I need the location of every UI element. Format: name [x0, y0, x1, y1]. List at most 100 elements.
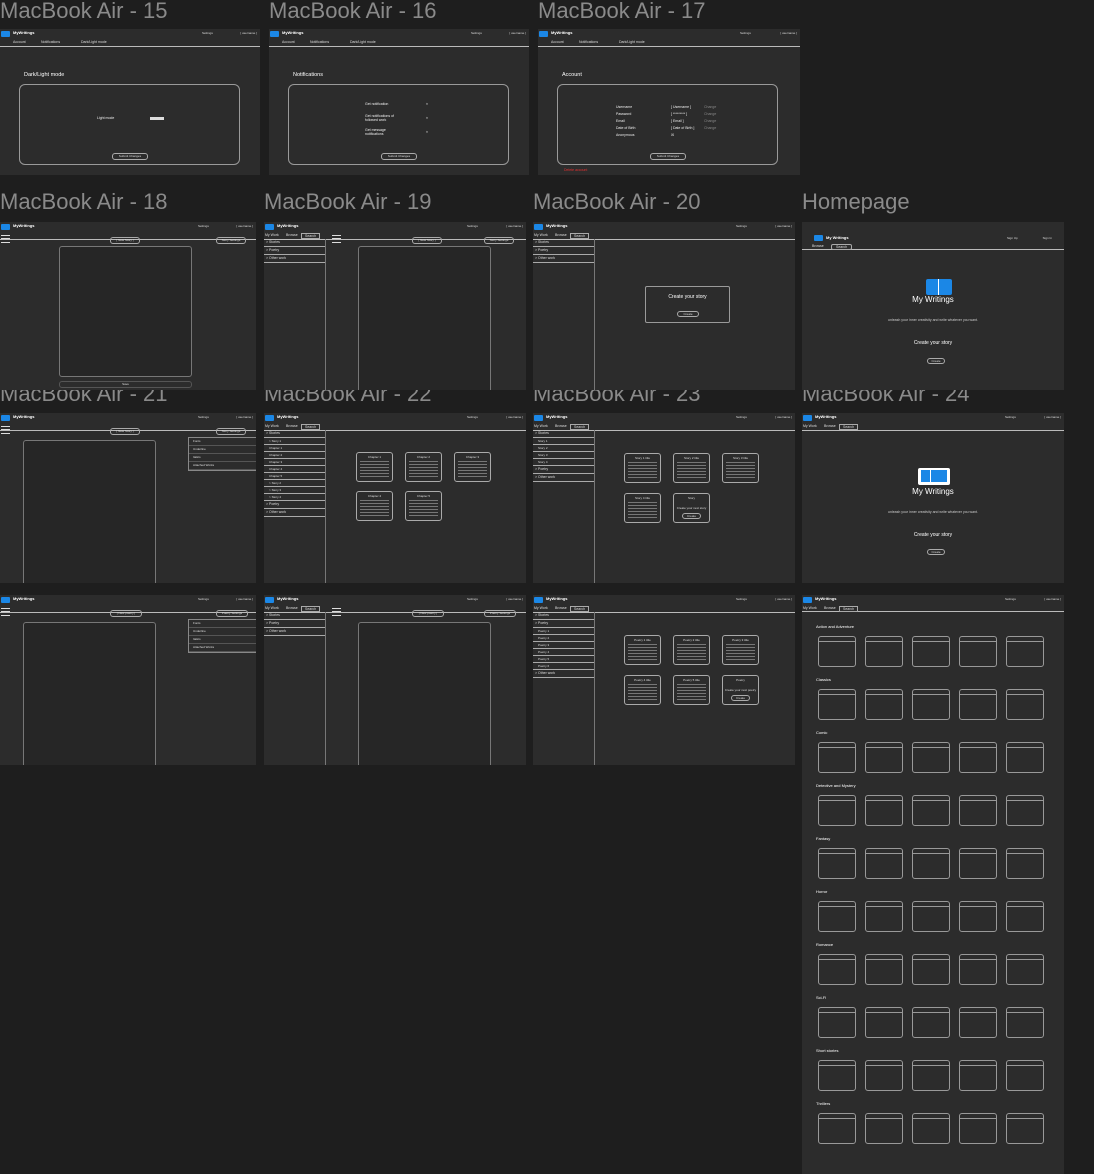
menu-fonts[interactable]: Fonts [189, 438, 256, 446]
nav-mywork[interactable]: My Work [534, 424, 548, 428]
sidebar-item[interactable]: Chapter 1 [264, 445, 325, 452]
nav-mywork[interactable]: My Work [265, 424, 279, 428]
username[interactable]: [ username ] [780, 31, 797, 35]
username[interactable]: [ username ] [775, 415, 792, 419]
username[interactable]: [ username ] [506, 415, 523, 419]
work-thumbnail[interactable] [818, 1007, 856, 1038]
sidebar-item[interactable]: Story 4 [533, 459, 594, 466]
nav-browse[interactable]: Browse [555, 424, 567, 428]
work-thumbnail[interactable] [912, 1007, 950, 1038]
sidebar-item[interactable]: Chapter 5 [264, 473, 325, 480]
create-button[interactable]: Create [731, 695, 750, 701]
book-icon[interactable] [1, 224, 10, 230]
nav-browse[interactable]: Browse [824, 424, 836, 428]
chapter-card[interactable]: Chapter 2 [405, 452, 442, 482]
book-icon[interactable] [803, 415, 812, 421]
submit-button[interactable]: Submit Changes [650, 153, 686, 160]
sidebar-poetry[interactable]: > Poetry [533, 466, 594, 474]
nav-browse[interactable]: Browse [286, 606, 298, 610]
brand[interactable]: MyWritings [546, 414, 567, 419]
nav-mywork[interactable]: My Work [265, 233, 279, 237]
nav-browse[interactable]: Browse [812, 244, 824, 248]
menu-attached[interactable]: Attached Works [189, 644, 256, 652]
work-thumbnail[interactable] [959, 954, 997, 985]
signin-link[interactable]: Sign In [1043, 236, 1052, 240]
brand[interactable]: MyWritings [815, 414, 836, 419]
nav-mywork[interactable]: My Work [534, 606, 548, 610]
check-icon[interactable]: × [426, 116, 428, 120]
brand[interactable]: My Writings [826, 235, 849, 240]
book-icon[interactable] [814, 235, 823, 241]
sidebar-item[interactable]: Chapter 3 [264, 459, 325, 466]
signup-link[interactable]: Sign Up [1007, 236, 1018, 240]
nav-mywork[interactable]: My Work [803, 424, 817, 428]
menu-italics[interactable]: Italics [189, 636, 256, 644]
nav-browse[interactable]: Browse [555, 233, 567, 237]
work-thumbnail[interactable] [912, 901, 950, 932]
book-icon[interactable] [803, 597, 812, 603]
create-button[interactable]: Create [927, 358, 945, 364]
work-thumbnail[interactable] [912, 954, 950, 985]
search-input[interactable]: Search [839, 424, 859, 430]
settings-link[interactable]: Settings [198, 415, 209, 419]
settings-link[interactable]: Settings [202, 31, 213, 35]
sidebar-item[interactable]: Poetry 5 [533, 656, 594, 663]
sidebar-stories[interactable]: > Stories [264, 239, 325, 247]
settings-link[interactable]: Settings [198, 224, 209, 228]
username[interactable]: [ username ] [240, 31, 257, 35]
editor-area[interactable] [23, 440, 156, 583]
nav-account[interactable]: Account [282, 40, 295, 44]
work-thumbnail[interactable] [818, 954, 856, 985]
story-card[interactable]: Story 1 title [624, 453, 661, 483]
settings-link[interactable]: Settings [736, 597, 747, 601]
work-thumbnail[interactable] [865, 689, 903, 720]
settings-link[interactable]: Settings [467, 415, 478, 419]
work-thumbnail[interactable] [865, 901, 903, 932]
sidebar-other[interactable]: > Other work [264, 628, 325, 636]
sidebar-other[interactable]: > Other work [264, 255, 325, 263]
book-icon[interactable] [265, 597, 274, 603]
username[interactable]: [ username ] [506, 597, 523, 601]
work-thumbnail[interactable] [865, 742, 903, 773]
book-icon[interactable] [265, 224, 274, 230]
sidebar-poetry[interactable]: > Poetry [533, 247, 594, 255]
work-thumbnail[interactable] [912, 848, 950, 879]
work-thumbnail[interactable] [959, 901, 997, 932]
poetry-settings[interactable]: Poetry Settings [216, 610, 248, 617]
work-thumbnail[interactable] [818, 742, 856, 773]
sidebar-poetry[interactable]: > Poetry [264, 247, 325, 255]
create-button[interactable]: Create [677, 311, 699, 317]
username[interactable]: [ username ] [775, 224, 792, 228]
settings-link[interactable]: Settings [736, 224, 747, 228]
nav-notifications[interactable]: Notifications [310, 40, 329, 44]
work-thumbnail[interactable] [1006, 689, 1044, 720]
work-thumbnail[interactable] [1006, 901, 1044, 932]
work-thumbnail[interactable] [912, 1113, 950, 1144]
story-card[interactable]: Story 2 title [673, 453, 710, 483]
nav-mywork[interactable]: My Work [534, 233, 548, 237]
sidebar-item[interactable]: Poetry 1 [533, 628, 594, 635]
poetry-title[interactable]: [ New poetry ] [110, 610, 142, 617]
nav-notifications[interactable]: Notifications [41, 40, 60, 44]
chapter-card[interactable]: Chapter 4 [356, 491, 393, 521]
create-button[interactable]: Create [927, 549, 945, 555]
work-thumbnail[interactable] [912, 1060, 950, 1091]
create-button[interactable]: Create [682, 513, 701, 519]
work-thumbnail[interactable] [818, 1113, 856, 1144]
work-thumbnail[interactable] [865, 1007, 903, 1038]
nav-browse[interactable]: Browse [286, 233, 298, 237]
username[interactable]: [ username ] [236, 224, 253, 228]
sidebar-item[interactable]: > Story 2 [264, 480, 325, 487]
work-thumbnail[interactable] [818, 901, 856, 932]
sidebar-item[interactable]: Story 2 [533, 445, 594, 452]
work-thumbnail[interactable] [1006, 636, 1044, 667]
book-icon[interactable] [534, 415, 543, 421]
menu-attached[interactable]: Attached Works [189, 462, 256, 470]
work-thumbnail[interactable] [1006, 954, 1044, 985]
menu-icon[interactable] [332, 608, 341, 616]
brand[interactable]: MyWritings [13, 414, 34, 419]
check-icon[interactable]: × [426, 102, 428, 106]
story-settings[interactable]: Story Settings [216, 237, 246, 244]
work-thumbnail[interactable] [959, 742, 997, 773]
sidebar-item[interactable]: Chapter 4 [264, 466, 325, 473]
